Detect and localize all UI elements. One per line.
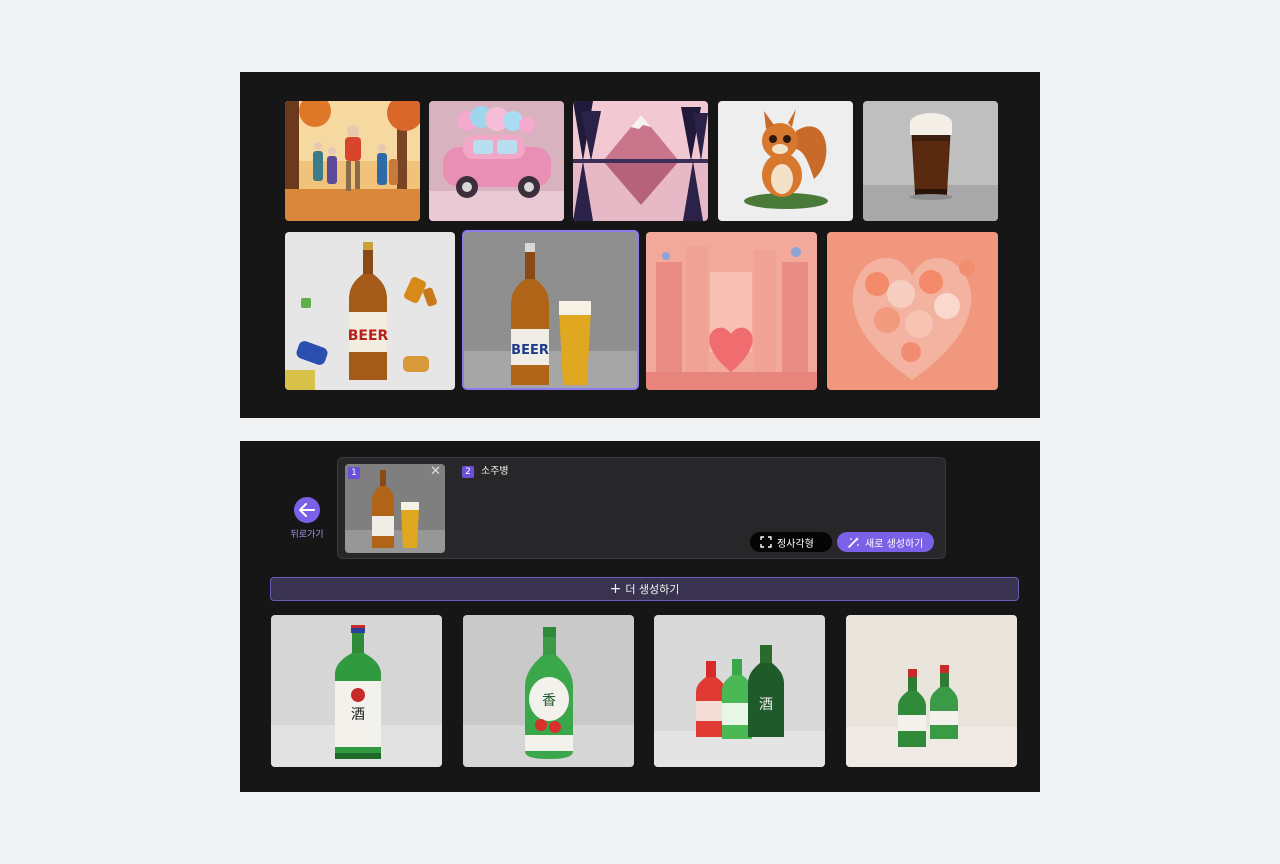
dark-beer-glass-image[interactable] — [863, 101, 998, 221]
generate-more-button[interactable]: + 더 생성하기 — [270, 577, 1019, 601]
heart-castle-image[interactable] — [646, 232, 817, 390]
prompt-text[interactable]: 소주병 — [481, 466, 509, 478]
regenerate-button[interactable]: 새로 생성하기 — [837, 532, 934, 552]
squirrel-image[interactable] — [718, 101, 853, 221]
beer-bottle-cans-image[interactable]: BEER — [285, 232, 455, 390]
soju-result-4[interactable] — [846, 615, 1017, 767]
plus-icon: + — [609, 581, 622, 597]
square-ratio-button[interactable]: 정사각형 — [750, 532, 832, 552]
regenerate-label: 새로 생성하기 — [865, 538, 924, 550]
generation-panel: 뒤로가기 1 ✕ 2 소주병 정사각형 새로 생성하기 + 더 생성하기 酒 香… — [240, 441, 1040, 792]
aspect-ratio-icon — [760, 536, 772, 548]
prompt-number: 2 — [462, 466, 474, 478]
thumbnail-number: 1 — [348, 467, 360, 479]
back-button[interactable]: 뒤로가기 — [287, 497, 327, 540]
soju-result-3[interactable]: 酒 — [654, 615, 825, 767]
svg-text:酒: 酒 — [759, 697, 773, 713]
back-label: 뒤로가기 — [290, 530, 324, 540]
flower-heart-image[interactable] — [827, 232, 998, 390]
reference-image-thumbnail[interactable]: 1 ✕ — [345, 464, 445, 553]
magic-wand-icon — [848, 536, 859, 548]
soju-result-1[interactable]: 酒 — [271, 615, 442, 767]
close-icon[interactable]: ✕ — [430, 465, 441, 479]
prompt-box: 1 ✕ 2 소주병 정사각형 새로 생성하기 — [337, 457, 946, 559]
soju-result-2[interactable]: 香 — [463, 615, 634, 767]
arrow-left-icon — [294, 497, 320, 523]
svg-text:BEER: BEER — [511, 343, 549, 358]
square-ratio-label: 정사각형 — [777, 538, 814, 550]
svg-text:BEER: BEER — [348, 328, 389, 344]
autumn-dance-image[interactable] — [285, 101, 420, 221]
svg-text:酒: 酒 — [351, 707, 365, 723]
beer-bottle-glass-image[interactable]: BEER — [462, 230, 639, 390]
mountain-lake-image[interactable] — [573, 101, 708, 221]
cotton-candy-car-image[interactable] — [429, 101, 564, 221]
generate-more-label: 더 생성하기 — [625, 583, 680, 596]
svg-text:香: 香 — [542, 693, 556, 709]
image-gallery-panel: BEER BEER — [240, 72, 1040, 418]
